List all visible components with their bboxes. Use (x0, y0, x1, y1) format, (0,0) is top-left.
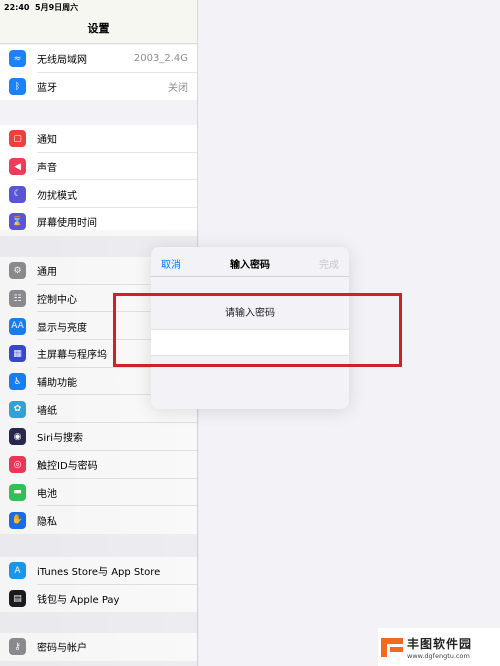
settings-item-label: 触控ID与密码 (37, 461, 98, 473)
settings-item-label: 声音 (37, 163, 57, 175)
settings-item[interactable]: ≈ 无线局域网 2003_2.4G (0, 45, 197, 73)
battery-icon: ▬ (9, 483, 26, 501)
settings-item[interactable]: AiTunes Store与 App Store (0, 557, 197, 585)
settings-item[interactable]: ⚷ 密码与帐户 (0, 633, 197, 661)
settings-item-label: 电池 (37, 488, 57, 500)
done-button[interactable]: 完成 (319, 256, 339, 271)
settings-item-label: 无线局域网 (37, 55, 87, 67)
dialog-header: 取消 输入密码 完成 (151, 247, 349, 277)
sounds-icon: ◀ (9, 158, 26, 176)
settings-item[interactable]: ᛒ 蓝牙 关闭 (0, 73, 197, 101)
settings-item[interactable]: ▢ 通知 (0, 125, 197, 153)
watermark-logo-icon (381, 636, 403, 658)
password-input[interactable] (151, 329, 349, 356)
settings-item-label: 通知 (37, 135, 57, 147)
settings-item-value: 2003_2.4G (133, 53, 188, 65)
settings-item-label: 显示与亮度 (37, 322, 87, 334)
settings-title: 设置 (87, 22, 110, 35)
settings-item-label: 蓝牙 (37, 83, 57, 95)
watermark: 丰图软件园 www.dgfengtu.com (378, 628, 500, 666)
settings-item[interactable]: ◎ 触控ID与密码 (0, 451, 197, 479)
settings-item-value: 关闭 (168, 83, 188, 95)
screen-time-icon: ⌛ (9, 213, 26, 231)
privacy-icon: ✋ (9, 511, 26, 529)
settings-item-label: 墙纸 (37, 405, 57, 417)
password-prompt: 请输入密码 (225, 308, 275, 319)
settings-item[interactable]: ✋ 隐私 (0, 506, 197, 534)
watermark-url: www.dgfengtu.com (407, 651, 470, 660)
status-time: 22:40 5月9日周六 (4, 3, 79, 12)
status-bar: 22:40 5月9日周六 ≋ 66% (0, 0, 500, 666)
wifi-icon: ≈ (9, 50, 26, 68)
touch-id-icon: ◎ (9, 456, 26, 474)
settings-group: AiTunes Store与 App Store ▤ 钱包与 Apple Pay (0, 557, 197, 613)
passwords-accounts-icon: ⚷ (9, 638, 26, 656)
settings-group: ⚷ 密码与帐户 (0, 633, 197, 661)
settings-group: ≈ 无线局域网 2003_2.4G ᛒ 蓝牙 关闭 (0, 45, 197, 101)
settings-item-label: 辅助功能 (37, 378, 77, 390)
settings-item-label: 勿扰模式 (37, 190, 77, 202)
wallet-icon: ▤ (9, 590, 26, 608)
bluetooth-icon: ᛒ (9, 78, 26, 96)
siri-icon: ◉ (9, 428, 26, 446)
accessibility-icon: ♿ (9, 373, 26, 391)
control-center-icon: ☷ (9, 290, 26, 308)
home-screen-dock-icon: ▦ (9, 345, 26, 363)
settings-item[interactable]: ☾ 勿扰模式 (0, 180, 197, 208)
settings-item-label: 屏幕使用时间 (37, 218, 97, 230)
settings-item-label: Siri与搜索 (37, 433, 84, 445)
settings-item-label: 密码与帐户 (37, 643, 87, 655)
settings-group: ▢ 通知 ◀ 声音 ☾ 勿扰模式 ⌛ 屏幕使用时间 (0, 125, 197, 236)
settings-item[interactable]: ▬ 电池 (0, 479, 197, 507)
settings-item-label: 隐私 (37, 516, 57, 528)
settings-item[interactable]: ◀ 声音 (0, 153, 197, 181)
settings-item-label: 通用 (37, 267, 57, 279)
settings-item[interactable]: ◉ Siri与搜索 (0, 423, 197, 451)
settings-item-label: 主屏幕与程序坞 (37, 350, 107, 362)
watermark-name: 丰图软件园 (407, 636, 473, 651)
password-dialog: 取消 输入密码 完成 请输入密码 (151, 247, 349, 409)
settings-item-label: 钱包与 Apple Pay (37, 595, 120, 607)
display-brightness-icon: AA (9, 317, 26, 335)
app-store-icon: A (9, 562, 26, 580)
settings-item-label: 控制中心 (37, 295, 77, 307)
do-not-disturb-icon: ☾ (9, 185, 26, 203)
wallpaper-icon: ✿ (9, 400, 26, 418)
settings-item[interactable]: ▤ 钱包与 Apple Pay (0, 585, 197, 613)
settings-item-label: iTunes Store与 App Store (37, 567, 161, 579)
notifications-icon: ▢ (9, 130, 26, 148)
general-icon: ⚙ (9, 262, 26, 280)
settings-item[interactable]: ⌛ 屏幕使用时间 (0, 208, 197, 236)
